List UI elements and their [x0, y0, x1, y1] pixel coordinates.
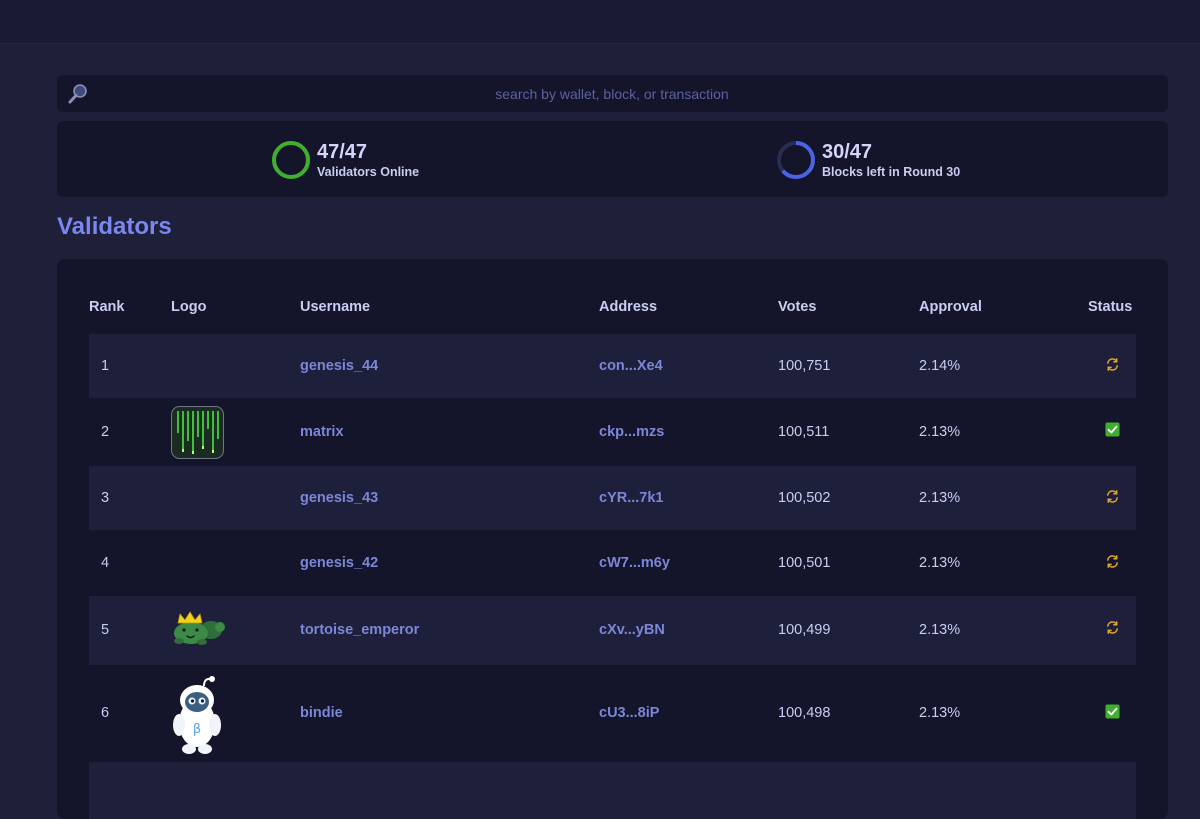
check-icon	[1105, 704, 1120, 719]
row-approval: 2.13%	[919, 555, 961, 571]
row-username-link[interactable]: genesis_42	[300, 555, 378, 571]
row-votes: 100,751	[778, 358, 831, 374]
header-status[interactable]: Status	[1088, 299, 1132, 315]
table-header: Rank Logo Username Address Votes Approva…	[57, 299, 1168, 319]
row-votes: 100,502	[778, 490, 831, 506]
row-address-link[interactable]: con...Xe4	[599, 358, 663, 374]
row-address-link[interactable]: cXv...yBN	[599, 622, 665, 638]
blocks-left-ring-icon	[777, 141, 815, 179]
table-row[interactable]: 4 genesis_42 cW7...m6y 100,501 2.13%	[89, 530, 1136, 596]
blocks-left-value: 30/47	[822, 141, 873, 163]
row-username-link[interactable]: genesis_43	[300, 490, 378, 506]
header-votes[interactable]: Votes	[778, 299, 816, 315]
table-row[interactable]: 3 genesis_43 cYR...7k1 100,502 2.13%	[89, 466, 1136, 530]
magnifier-icon	[67, 83, 89, 105]
row-approval: 2.13%	[919, 705, 961, 721]
row-rank: 2	[101, 424, 110, 440]
syncing-icon	[1105, 357, 1120, 372]
row-approval: 2.13%	[919, 490, 961, 506]
validators-table: Rank Logo Username Address Votes Approva…	[57, 259, 1168, 819]
svg-text:β: β	[193, 722, 201, 737]
row-approval: 2.13%	[919, 622, 961, 638]
syncing-icon	[1105, 489, 1120, 504]
row-username-link[interactable]: tortoise_emperor	[300, 622, 419, 638]
row-approval: 2.14%	[919, 358, 961, 374]
row-votes: 100,498	[778, 705, 831, 721]
tortoise-logo-icon	[171, 610, 227, 653]
table-row[interactable]: 5 tortoise_emperor cXv...yBN 100,499 2.1…	[89, 596, 1136, 665]
table-row[interactable]: 2 matrix ckp...mzs 100,511 2.13%	[89, 398, 1136, 466]
row-address-link[interactable]: cW7...m6y	[599, 555, 670, 571]
row-votes: 100,511	[778, 424, 830, 440]
header-rank[interactable]: Rank	[89, 299, 124, 315]
check-icon	[1105, 422, 1120, 437]
header-logo: Logo	[171, 299, 207, 315]
validators-online-ring-icon	[272, 141, 310, 179]
row-votes: 100,501	[778, 555, 831, 571]
validators-heading: Validators	[57, 213, 172, 240]
matrix-logo-icon	[171, 406, 224, 464]
syncing-icon	[1105, 620, 1120, 635]
row-username-link[interactable]: matrix	[300, 424, 344, 440]
row-username-link[interactable]: bindie	[300, 705, 343, 721]
row-rank: 6	[101, 705, 110, 721]
blocks-left-label: Blocks left in Round 30	[822, 165, 961, 179]
validators-online-value: 47/47	[317, 141, 368, 163]
row-approval: 2.13%	[919, 424, 961, 440]
table-row[interactable]	[89, 762, 1136, 819]
row-address-link[interactable]: cYR...7k1	[599, 490, 664, 506]
row-rank: 3	[101, 490, 110, 506]
row-address-link[interactable]: cU3...8iP	[599, 705, 659, 721]
blocks-left-stat: 30/47 Blocks left in Round 30	[775, 139, 960, 181]
header-username[interactable]: Username	[300, 299, 370, 315]
bindie-logo-icon: β	[171, 673, 225, 760]
network-stats-panel: 47/47 Validators Online 30/47 Blocks lef…	[57, 121, 1168, 197]
table-row[interactable]: 1 genesis_44 con...Xe4 100,751 2.14%	[89, 334, 1136, 398]
row-rank: 5	[101, 622, 110, 638]
search-input[interactable]	[97, 75, 1127, 112]
validators-online-stat: 47/47 Validators Online	[270, 139, 419, 181]
syncing-icon	[1105, 554, 1120, 569]
header-address[interactable]: Address	[599, 299, 657, 315]
row-rank: 1	[101, 358, 110, 374]
row-rank: 4	[101, 555, 110, 571]
validators-online-label: Validators Online	[317, 165, 420, 179]
row-username-link[interactable]: genesis_44	[300, 358, 378, 374]
row-votes: 100,499	[778, 622, 831, 638]
header-approval[interactable]: Approval	[919, 299, 982, 315]
row-address-link[interactable]: ckp...mzs	[599, 424, 664, 440]
search-bar[interactable]	[57, 75, 1168, 112]
table-row[interactable]: 6 β bindie cU3...8iP 100,498 2.13%	[89, 665, 1136, 762]
top-bar	[0, 0, 1200, 44]
